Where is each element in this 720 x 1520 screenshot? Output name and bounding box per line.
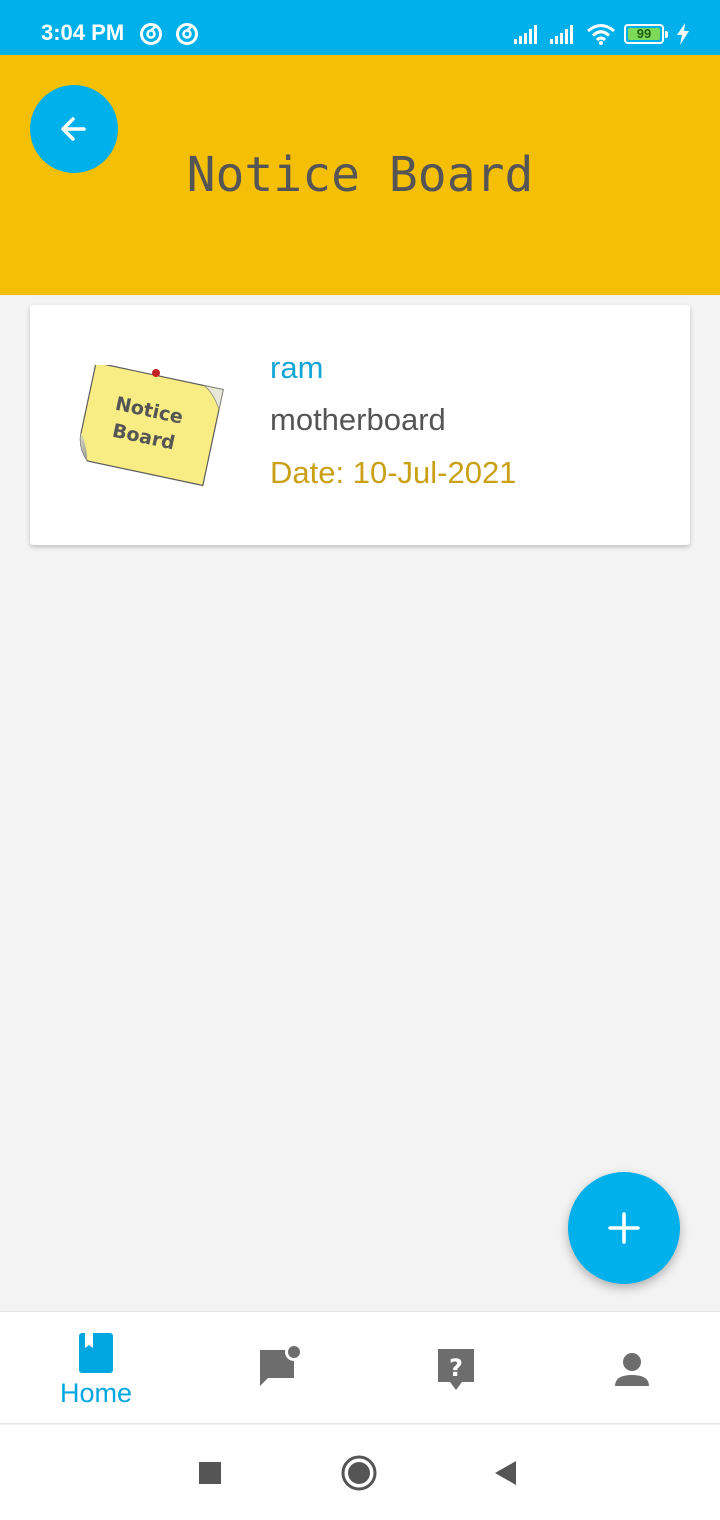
signal-icon <box>514 25 537 44</box>
back-triangle-icon[interactable] <box>486 1453 526 1493</box>
bookmark-book-icon <box>79 1333 113 1373</box>
app-notification-icon <box>140 23 162 45</box>
wifi-icon <box>587 24 615 45</box>
arrow-left-icon <box>61 117 86 141</box>
nav-item-help[interactable]: ? <box>360 1312 540 1424</box>
status-indicators: 99 <box>514 22 690 46</box>
nav-item-home[interactable]: Home <box>0 1312 180 1424</box>
status-bar: 3:04 PM 99 <box>0 0 720 55</box>
page-title: Notice Board <box>186 147 534 203</box>
system-nav-bar <box>0 1425 720 1520</box>
notice-board-thumbnail: Notice Board <box>79 365 224 487</box>
charging-icon <box>677 23 689 45</box>
plus-icon <box>608 1212 640 1244</box>
nav-item-profile[interactable] <box>540 1312 720 1424</box>
pin-icon <box>152 369 160 377</box>
battery-level: 99 <box>636 26 652 41</box>
help-question-icon: ? <box>438 1349 474 1390</box>
notice-author: ram <box>270 350 324 385</box>
notice-card[interactable]: Notice Board ram motherboard Date: 10-Ju… <box>30 305 690 545</box>
bottom-nav: Home ? <box>0 1311 720 1424</box>
nav-item-chat[interactable] <box>180 1312 360 1424</box>
nav-label-home: Home <box>59 1378 133 1408</box>
add-notice-button[interactable] <box>568 1172 680 1284</box>
notice-date: Date: 10-Jul-2021 <box>270 455 517 490</box>
person-icon <box>615 1353 649 1386</box>
battery-icon: 99 <box>624 23 668 45</box>
home-circle-icon[interactable] <box>339 1453 379 1493</box>
app-header: Notice Board <box>0 55 720 295</box>
app-notification-icon <box>176 23 198 45</box>
recents-square-icon[interactable] <box>190 1453 230 1493</box>
signal-icon <box>550 25 573 44</box>
notice-title: motherboard <box>270 402 446 437</box>
chat-notification-icon <box>260 1344 303 1386</box>
svg-text:?: ? <box>449 1354 463 1382</box>
status-time: 3:04 PM <box>41 20 125 45</box>
